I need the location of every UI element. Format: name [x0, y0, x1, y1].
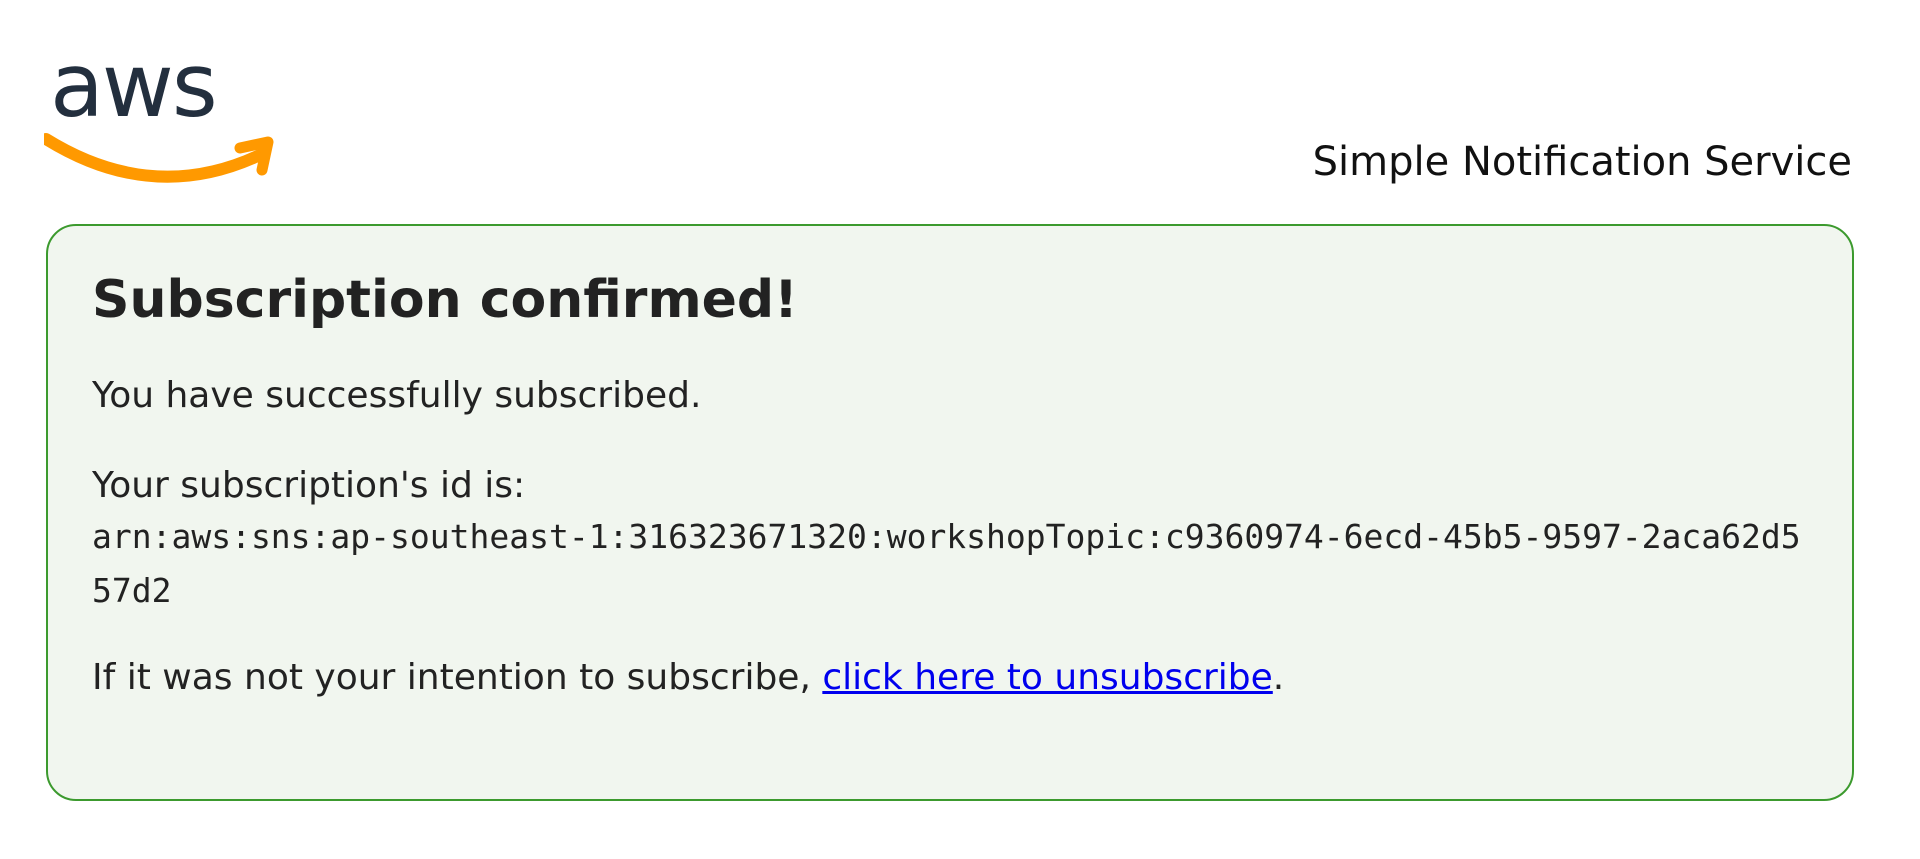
- unsubscribe-suffix-text: .: [1272, 657, 1285, 698]
- aws-smile-icon: [44, 133, 268, 183]
- service-name: Simple Notification Service: [1312, 139, 1852, 185]
- subscription-arn: arn:aws:sns:ap-southeast-1:316323671320:…: [92, 517, 1801, 610]
- unsubscribe-link[interactable]: click here to unsubscribe: [822, 657, 1272, 698]
- aws-logo-text: aws: [50, 38, 216, 137]
- subscription-id-block: Your subscription's id is: arn:aws:sns:a…: [92, 462, 1808, 618]
- unsubscribe-message: If it was not your intention to subscrib…: [92, 654, 1808, 702]
- subscription-id-label: Your subscription's id is:: [92, 465, 526, 506]
- success-message: You have successfully subscribed.: [92, 375, 702, 416]
- aws-logo: aws: [44, 38, 284, 188]
- confirmation-panel: Subscription confirmed! You have success…: [46, 224, 1854, 801]
- unsubscribe-prefix-text: If it was not your intention to subscrib…: [92, 657, 823, 698]
- page-title: Subscription confirmed!: [92, 270, 798, 330]
